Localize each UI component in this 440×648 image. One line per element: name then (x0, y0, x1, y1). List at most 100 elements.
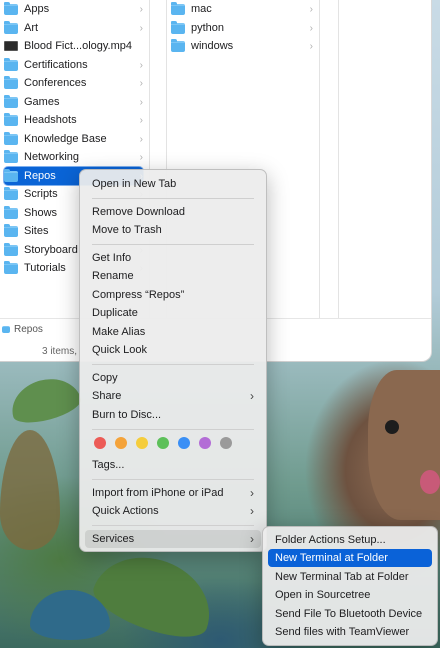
menu-item-label: Share (92, 390, 122, 402)
menu-item-label: Tags... (92, 459, 125, 471)
path-bar-label[interactable]: Repos (14, 324, 43, 335)
menu-item-label: Quick Actions (92, 505, 159, 517)
status-text: 3 items, (42, 345, 78, 357)
tag-color-dot[interactable] (157, 437, 169, 449)
file-row-games[interactable]: Games › (4, 93, 143, 111)
menu-item-label: Import from iPhone or iPad (92, 487, 224, 499)
tag-color-dot[interactable] (115, 437, 127, 449)
file-row-art[interactable]: Art › (4, 19, 143, 37)
menu-item-move-to-trash[interactable]: Move to Trash (85, 221, 261, 239)
menu-item-quick-look[interactable]: Quick Look (85, 341, 261, 359)
menu-item-label: New Terminal at Folder (275, 552, 388, 564)
menu-item-copy[interactable]: Copy (85, 369, 261, 387)
context-menu: Open in New Tab Remove Download Move to … (79, 169, 267, 552)
menu-item-compress[interactable]: Compress “Repos” (85, 286, 261, 304)
menu-item-label: Open in New Tab (92, 178, 177, 190)
chevron-right-icon: › (139, 96, 143, 108)
services-submenu: Folder Actions Setup... New Terminal at … (262, 526, 438, 646)
tag-color-dot[interactable] (178, 437, 190, 449)
folder-icon (4, 223, 18, 237)
chevron-right-icon: › (139, 22, 143, 34)
menu-item-services[interactable]: Services › (85, 530, 261, 548)
tag-color-dot[interactable] (94, 437, 106, 449)
file-row-mac[interactable]: mac › (171, 0, 313, 18)
menu-item-duplicate[interactable]: Duplicate (85, 304, 261, 322)
menu-separator (92, 479, 254, 480)
menu-item-send-files-teamviewer[interactable]: Send files with TeamViewer (268, 623, 432, 641)
file-row-label: Games (24, 96, 60, 108)
file-row-label: windows (191, 40, 234, 52)
tag-color-dot[interactable] (136, 437, 148, 449)
menu-item-label: New Terminal Tab at Folder (275, 571, 409, 583)
file-row-blood-fict-ology-mp4[interactable]: Blood Fict...ology.mp4 (4, 37, 143, 55)
file-row-conferences[interactable]: Conferences › (4, 74, 143, 92)
menu-item-label: Duplicate (92, 307, 138, 319)
menu-item-get-info[interactable]: Get Info (85, 249, 261, 267)
menu-item-new-terminal-tab-at-folder[interactable]: New Terminal Tab at Folder (268, 568, 432, 586)
chevron-right-icon: › (309, 3, 313, 15)
chevron-right-icon: › (309, 22, 313, 34)
file-row-label: Blood Fict...ology.mp4 (24, 40, 133, 52)
tag-color-dot[interactable] (199, 437, 211, 449)
menu-item-new-terminal-at-folder[interactable]: New Terminal at Folder (268, 549, 432, 567)
file-row-networking[interactable]: Networking › (4, 148, 143, 166)
menu-item-label: Remove Download (92, 206, 185, 218)
folder-icon (4, 186, 18, 200)
file-row-label: Shows (24, 207, 58, 219)
file-row-label: Conferences (24, 77, 87, 89)
menu-item-open-in-sourcetree[interactable]: Open in Sourcetree (268, 586, 432, 604)
file-row-python[interactable]: python › (171, 19, 313, 37)
folder-icon (171, 38, 185, 52)
menu-item-label: Open in Sourcetree (275, 589, 371, 601)
chevron-right-icon: › (250, 532, 254, 546)
chevron-right-icon: › (309, 40, 313, 52)
menu-item-tags[interactable]: Tags... (85, 456, 261, 474)
chevron-right-icon: › (139, 77, 143, 89)
folder-icon (171, 1, 185, 15)
menu-separator (92, 429, 254, 430)
file-row-knowledge-base[interactable]: Knowledge Base › (4, 130, 143, 148)
menu-item-import-from-iphone[interactable]: Import from iPhone or iPad › (85, 484, 261, 502)
tag-color-dot[interactable] (220, 437, 232, 449)
menu-item-label: Send files with TeamViewer (275, 626, 410, 638)
file-row-windows[interactable]: windows › (171, 37, 313, 55)
video-file-icon (4, 41, 18, 51)
file-row-apps[interactable]: Apps › (4, 0, 143, 18)
file-row-certifications[interactable]: Certifications › (4, 56, 143, 74)
menu-item-rename[interactable]: Rename (85, 267, 261, 285)
chevron-right-icon: › (250, 486, 254, 500)
menu-item-label: Services (92, 533, 135, 545)
menu-item-label: Quick Look (92, 344, 148, 356)
menu-item-make-alias[interactable]: Make Alias (85, 323, 261, 341)
menu-item-remove-download[interactable]: Remove Download (85, 203, 261, 221)
file-row-label: Networking (24, 151, 80, 163)
menu-separator (92, 525, 254, 526)
menu-item-label: Make Alias (92, 326, 146, 338)
folder-icon (4, 94, 18, 108)
file-row-label: Repos (24, 170, 56, 182)
wallpaper-character (368, 370, 440, 520)
file-row-label: Sites (24, 225, 49, 237)
menu-item-label: Burn to Disc... (92, 409, 162, 421)
menu-item-folder-actions-setup[interactable]: Folder Actions Setup... (268, 531, 432, 549)
menu-item-label: Folder Actions Setup... (275, 534, 386, 546)
file-row-label: Knowledge Base (24, 133, 107, 145)
menu-item-open-in-new-tab[interactable]: Open in New Tab (85, 175, 261, 193)
folder-icon (4, 75, 18, 89)
menu-item-burn-to-disc[interactable]: Burn to Disc... (85, 406, 261, 424)
file-row-label: Storyboard (24, 244, 78, 256)
column-3 (338, 0, 431, 318)
folder-icon (2, 326, 10, 333)
menu-item-label: Move to Trash (92, 224, 162, 236)
menu-item-send-file-bluetooth[interactable]: Send File To Bluetooth Device (268, 605, 432, 623)
file-row-headshots[interactable]: Headshots › (4, 111, 143, 129)
folder-icon (171, 20, 185, 34)
file-row-label: Apps (24, 3, 50, 15)
menu-item-share[interactable]: Share › (85, 387, 261, 405)
chevron-right-icon: › (139, 151, 143, 163)
folder-icon (4, 20, 18, 34)
file-row-label: python (191, 22, 225, 34)
menu-item-quick-actions[interactable]: Quick Actions › (85, 502, 261, 520)
menu-separator (92, 198, 254, 199)
folder-icon (4, 1, 18, 15)
